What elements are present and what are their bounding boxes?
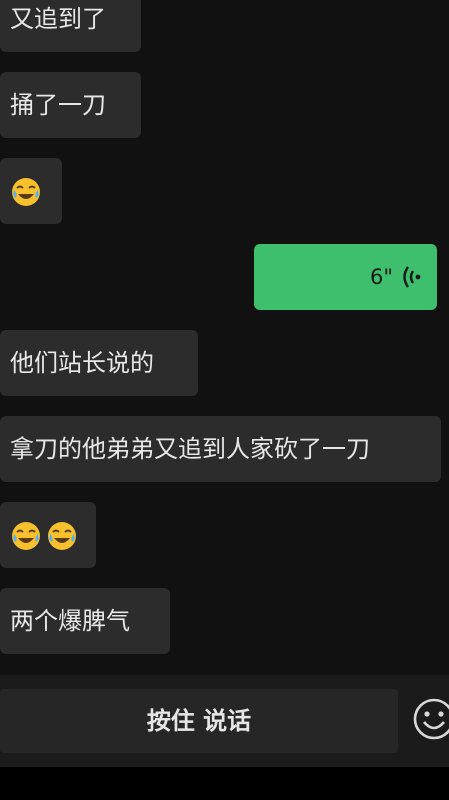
- tears-of-joy-emoji-icon: [10, 520, 42, 552]
- message-text: 又追到了: [10, 5, 106, 33]
- message-bubble[interactable]: 捅了一刀: [0, 72, 141, 138]
- message-text: 两个爆脾气: [10, 607, 130, 635]
- message-text: 捅了一刀: [10, 91, 106, 119]
- emoji-message-bubble[interactable]: [0, 502, 96, 568]
- hold-to-talk-button[interactable]: 按住 说话: [0, 689, 398, 753]
- bottom-safe-area: [0, 767, 449, 800]
- voice-duration: 6": [369, 265, 393, 289]
- message-bubble[interactable]: 拿刀的他弟弟又追到人家砍了一刀: [0, 416, 441, 482]
- emoji-message-bubble[interactable]: [0, 158, 62, 224]
- message-bubble[interactable]: 两个爆脾气: [0, 588, 170, 654]
- message-bubble[interactable]: 他们站长说的: [0, 330, 198, 396]
- tears-of-joy-emoji-icon: [10, 176, 42, 208]
- smiley-face-icon[interactable]: [412, 697, 449, 741]
- voice-wave-icon: [401, 264, 423, 290]
- message-list[interactable]: 又追到了 捅了一刀 6" 他们站长说的 拿刀的他弟弟又追到人家砍了一刀 两个爆脾…: [0, 0, 449, 675]
- message-text: 他们站长说的: [10, 349, 154, 377]
- tears-of-joy-emoji-icon: [46, 520, 78, 552]
- input-bar: 按住 说话: [0, 675, 449, 767]
- message-text: 拿刀的他弟弟又追到人家砍了一刀: [10, 435, 370, 463]
- voice-message-bubble[interactable]: 6": [254, 244, 437, 310]
- message-bubble[interactable]: 又追到了: [0, 0, 141, 52]
- chat-screen: 又追到了 捅了一刀 6" 他们站长说的 拿刀的他弟弟又追到人家砍了一刀 两个爆脾…: [0, 0, 449, 800]
